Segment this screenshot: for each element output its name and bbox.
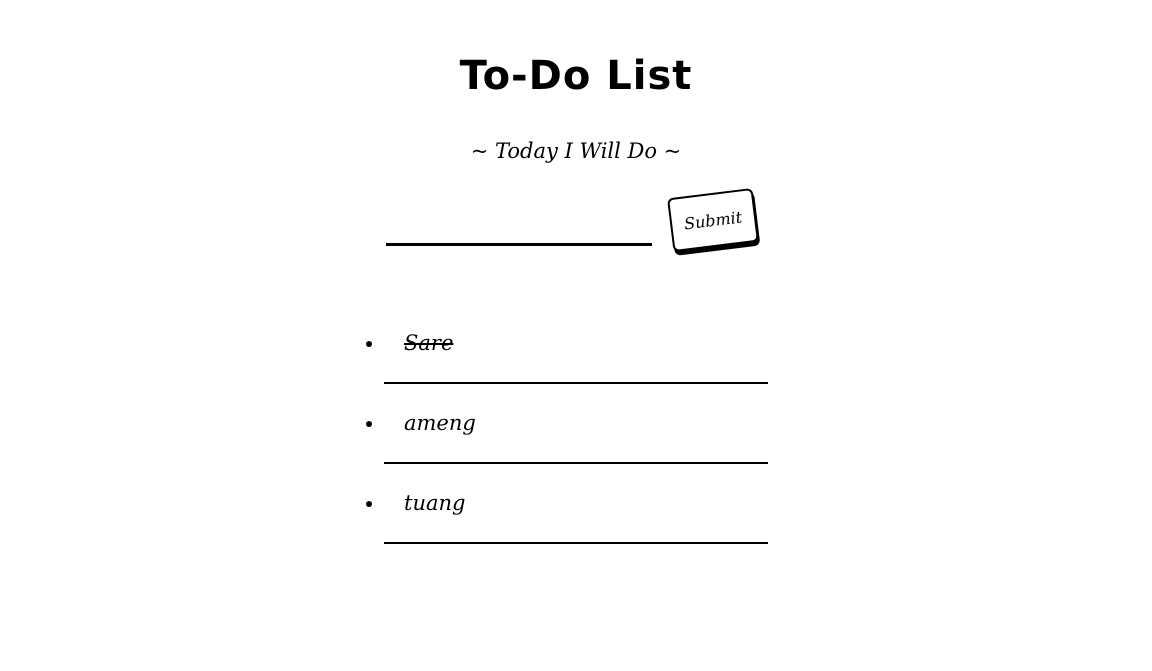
- todo-item-label[interactable]: Sare: [404, 328, 453, 358]
- todo-item[interactable]: Sare: [366, 304, 768, 384]
- bullet-icon: [366, 421, 372, 427]
- todo-item[interactable]: ameng: [366, 384, 768, 464]
- page-subtitle: ~ Today I Will Do ~: [470, 139, 682, 163]
- bullet-icon: [366, 341, 372, 347]
- todo-list: Sare ameng tuang: [366, 304, 768, 544]
- page-title: To-Do List: [459, 53, 693, 99]
- submit-button[interactable]: Submit: [667, 187, 759, 253]
- todo-item-label[interactable]: ameng: [404, 408, 476, 438]
- todo-item[interactable]: tuang: [366, 464, 768, 544]
- todo-input[interactable]: [386, 214, 652, 246]
- todo-item-label[interactable]: tuang: [404, 488, 465, 518]
- bullet-icon: [366, 501, 372, 507]
